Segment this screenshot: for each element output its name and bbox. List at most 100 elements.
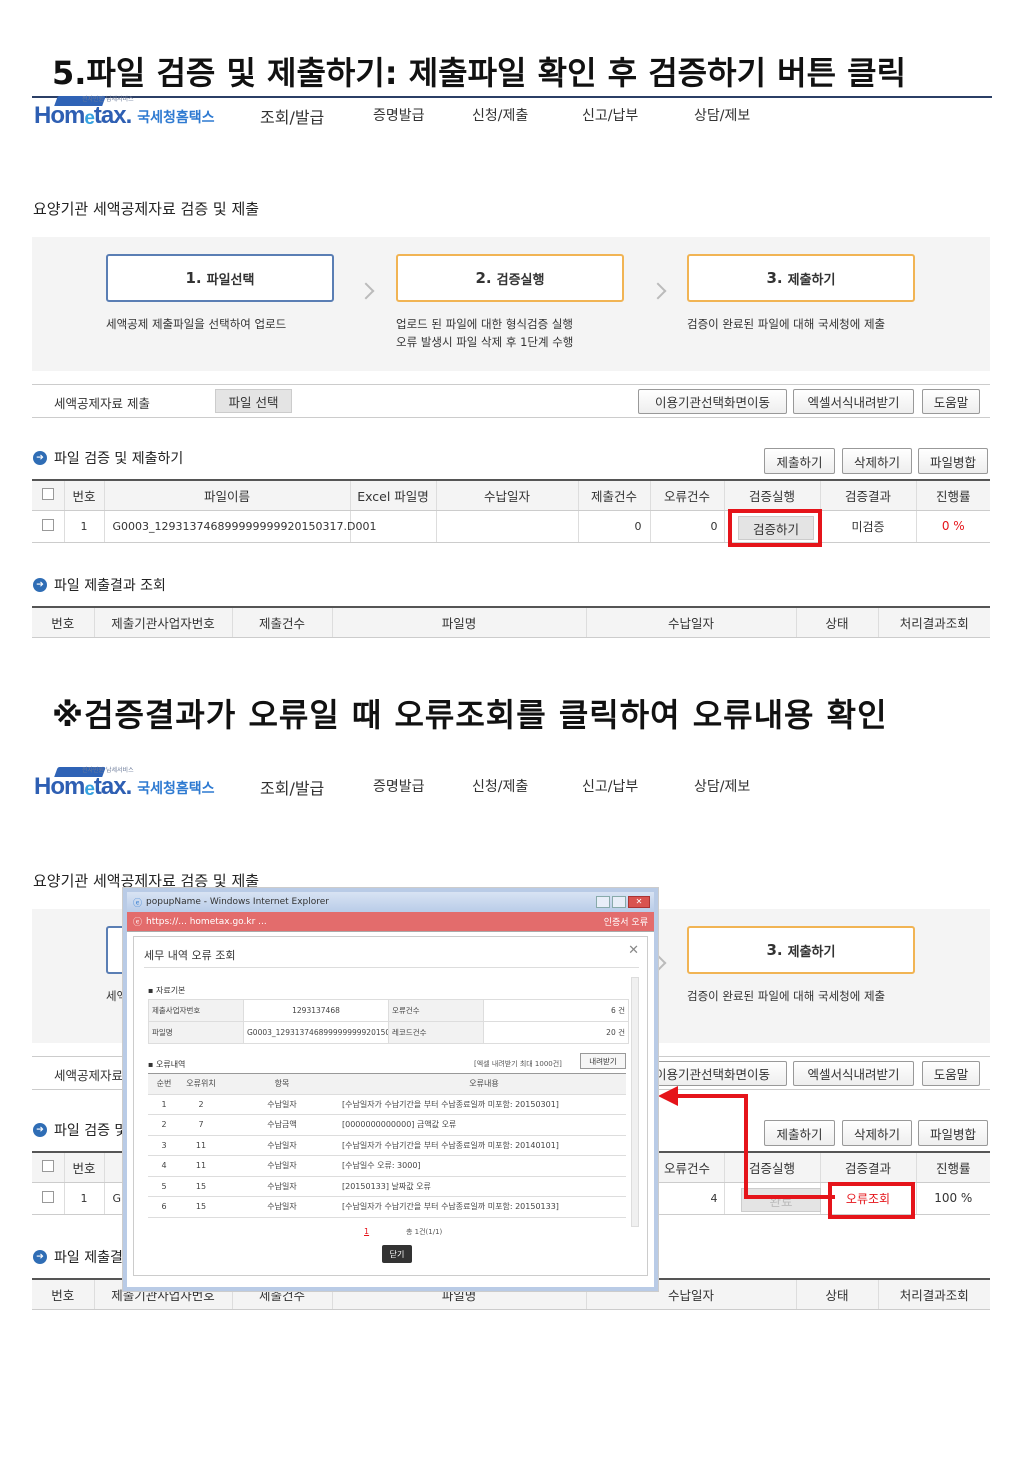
result-section-title: ➔ 파일 제출결과 조회	[33, 575, 166, 595]
file-select-button[interactable]: 파일 선택	[215, 389, 292, 413]
row-no: 1	[63, 1182, 104, 1215]
col-result-view: 처리결과조회	[877, 1279, 990, 1310]
step-3-desc: 검증이 완료된 파일에 대해 국세청에 제출	[687, 989, 886, 1003]
bullet-arrow-icon: ➔	[33, 1123, 47, 1137]
col-filename: 파일이름	[103, 480, 350, 511]
table-row: 1 G0003_129313746899999999920150317.D001…	[32, 510, 990, 543]
step-3-submit: 3. 제출하기	[687, 926, 915, 974]
col-progress: 진행률	[915, 480, 990, 511]
help-button[interactable]: 도움말	[922, 389, 980, 414]
popup-window-title: popupName - Windows Internet Explorer	[146, 897, 329, 907]
help-button[interactable]: 도움말	[922, 1061, 980, 1086]
row-progress: 0 %	[915, 510, 990, 543]
divider	[144, 967, 639, 968]
select-all-checkbox[interactable]	[41, 487, 54, 500]
col-no: 번호	[32, 1279, 94, 1310]
error-list-label: ▪ 오류내역	[148, 1060, 186, 1069]
step-3-desc: 검증이 완료된 파일에 대해 국세청에 제출	[687, 317, 886, 331]
col-excel: Excel 파일명	[349, 480, 436, 511]
table-row: 3 11 수납일자 [수납일자가 수납기간을 부터 수납종료일까 미포함: 20140…	[148, 1135, 626, 1156]
nav-item-report[interactable]: 신고/납부	[582, 776, 638, 796]
popup-url: https://... hometax.go.kr ...	[146, 916, 267, 927]
row-filename: G0003_129313746899999999920150317.D001	[103, 510, 376, 543]
hometax-logo[interactable]: 전자민원 납세서비스 Hom e tax. 국세청홈택스	[34, 96, 234, 130]
error-table: 순번 오류위치 항목 오류내용 1 2 수납일자 [수납일자가 수납기간을 부터 수납종료일…	[148, 1073, 626, 1218]
nav-item-report[interactable]: 신고/납부	[582, 105, 638, 125]
row-submit-count: 0	[577, 510, 650, 543]
excel-download-button[interactable]: 내려받기	[580, 1053, 626, 1069]
window-close-icon[interactable]: ✕	[628, 896, 650, 908]
nav-item-consult[interactable]: 상담/제보	[694, 105, 750, 125]
col-submit-count: 제출건수	[577, 480, 650, 511]
logo-text-tax: tax.	[93, 102, 132, 129]
delete-button[interactable]: 삭제하기	[842, 1120, 912, 1146]
nav-item-apply[interactable]: 신청/제출	[472, 105, 528, 125]
step-3-submit: 3. 제출하기	[687, 254, 915, 302]
minimize-icon[interactable]	[596, 896, 610, 908]
chevron-right-icon	[357, 282, 375, 300]
maximize-icon[interactable]	[612, 896, 626, 908]
popup-close-icon[interactable]: ✕	[628, 943, 639, 958]
popup-title: 세무 내역 오류 조회	[144, 949, 236, 962]
logo-text-tax: tax.	[93, 773, 132, 800]
verify-table: 번호 파일이름 Excel 파일명 수납일자 제출건수 오류건수 검증실행 검증…	[32, 479, 990, 543]
pagination-total: 총 1건(1/1)	[406, 1228, 443, 1236]
merge-button[interactable]: 파일병합	[918, 448, 988, 474]
col-result-view: 처리결과조회	[877, 607, 990, 638]
row-checkbox[interactable]	[41, 518, 54, 531]
col-no: 번호	[63, 1152, 104, 1183]
popup-scrollbar[interactable]	[631, 977, 639, 1227]
col-date: 수납일자	[585, 607, 796, 638]
red-arrow-icon	[658, 1086, 835, 1199]
col-status: 상태	[795, 607, 878, 638]
basic-info-table: 제출사업자번호 1293137468 오류건수 6 건 파일명 G0003_129313…	[148, 999, 629, 1044]
logo-text-e: e	[84, 108, 95, 129]
nav-item-inquiry[interactable]: 조회/발급	[260, 775, 324, 799]
popup-address-bar[interactable]: ⓔ https://... hometax.go.kr ... 인증서 오류	[127, 912, 654, 932]
step-2-verify: 2. 검증실행	[396, 254, 624, 302]
col-no: 번호	[32, 607, 94, 638]
excel-template-button[interactable]: 엑셀서식내려받기	[793, 389, 914, 414]
hometax-logo[interactable]: 전자민원 납세서비스 Hom e tax. 국세청홈택스	[34, 767, 234, 801]
table-header-row: 번호 제출기관사업자번호 제출건수 파일명 수납일자 상태 처리결과조회	[32, 607, 990, 638]
logo-korean: 국세청홈택스	[137, 781, 215, 797]
nav-item-apply[interactable]: 신청/제출	[472, 776, 528, 796]
logo-tagline: 전자민원 납세서비스	[82, 767, 134, 774]
step-2-desc-2: 오류 발생시 파일 삭제 후 1단계 수행	[396, 335, 574, 349]
submit-button[interactable]: 제출하기	[764, 448, 835, 474]
col-error-count: 오류건수	[649, 480, 724, 511]
col-status: 상태	[795, 1279, 878, 1310]
highlight-verify-button	[728, 509, 822, 547]
cert-error-label[interactable]: 인증서 오류	[604, 915, 654, 928]
select-all-checkbox[interactable]	[41, 1159, 54, 1172]
col-verify-result: 검증결과	[819, 480, 916, 511]
row-result: 미검증	[819, 510, 916, 543]
ie-icon: ⓔ	[133, 918, 143, 928]
popup-close-button[interactable]: 닫기	[382, 1245, 412, 1263]
section2-heading: ※검증결과가 오류일 때 오류조회를 클릭하여 오류내용 확인	[52, 696, 888, 734]
col-progress: 진행률	[915, 1152, 990, 1183]
table-header-row: 순번 오류위치 항목 오류내용	[148, 1073, 626, 1095]
excel-note: [엑셀 내려받기 최대 1000건]	[474, 1060, 562, 1068]
table-row: 2 7 수납금액 [0000000000000] 금액값 오류	[148, 1114, 626, 1136]
step-2-desc: 업로드 된 파일에 대한 형식검증 실행	[396, 317, 573, 331]
nav-item-consult[interactable]: 상담/제보	[694, 776, 750, 796]
row-no: 1	[63, 510, 104, 543]
nav-item-inquiry[interactable]: 조회/발급	[260, 104, 324, 128]
merge-button[interactable]: 파일병합	[918, 1120, 988, 1146]
nav-item-certificate[interactable]: 증명발급	[373, 776, 425, 796]
delete-button[interactable]: 삭제하기	[842, 448, 912, 474]
institution-select-button[interactable]: 이용기관선택화면이동	[638, 389, 787, 414]
pagination-page[interactable]: 1	[364, 1227, 369, 1236]
table-row: 6 15 수납일자 [수납일자가 수납기간을 부터 수납종료일까 미포함: 20150…	[148, 1196, 626, 1218]
logo-text-hom: Hom	[34, 102, 85, 129]
logo-tagline: 전자민원 납세서비스	[82, 96, 134, 103]
table-header-row: 번호 파일이름 Excel 파일명 수납일자 제출건수 오류건수 검증실행 검증…	[32, 480, 990, 511]
nav-item-certificate[interactable]: 증명발급	[373, 105, 425, 125]
row-checkbox[interactable]	[41, 1190, 54, 1203]
logo-text-e: e	[84, 779, 95, 800]
section1-heading: 5.파일 검증 및 제출하기: 제출파일 확인 후 검증하기 버튼 클릭	[52, 54, 907, 92]
verify-section-title: ➔ 파일 검증 및 제출하기	[33, 448, 183, 468]
table-row: 4 11 수납일자 [수납일수 오류: 3000]	[148, 1155, 626, 1177]
error-popup-window: ⓔ popupName - Windows Internet Explorer …	[123, 888, 658, 1291]
